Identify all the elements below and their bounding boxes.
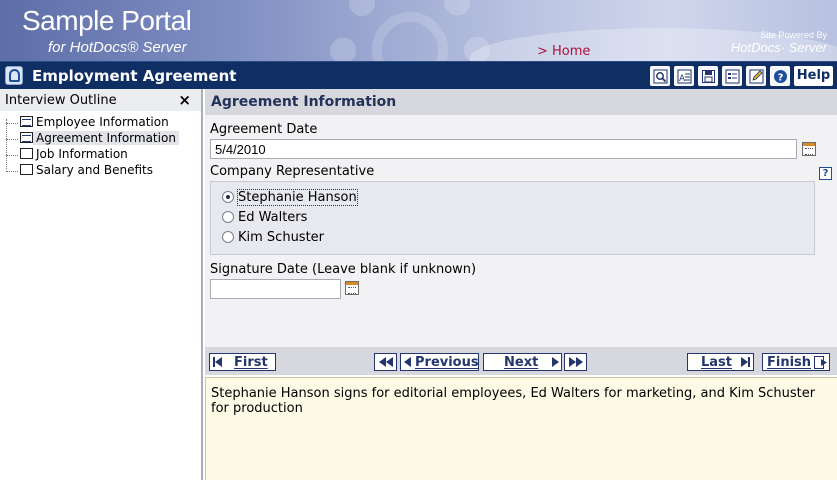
outline-header: Interview Outline × bbox=[0, 89, 201, 111]
signature-date-label: Signature Date (Leave blank if unknown) bbox=[210, 262, 477, 277]
portal-banner: Sample Portal for HotDocs® Server > Home… bbox=[0, 0, 837, 61]
preview-button[interactable] bbox=[650, 66, 670, 86]
agreement-date-field[interactable] bbox=[210, 139, 797, 159]
interview-titlebar: Employment Agreement A ? Help bbox=[0, 61, 837, 89]
dialog-title: Agreement Information bbox=[211, 94, 397, 110]
answer-file-button[interactable] bbox=[722, 66, 742, 86]
help-text: Stephanie Hanson signs for editorial emp… bbox=[211, 386, 816, 416]
powered-by-logo: Site Powered By HotDocs· Server bbox=[731, 30, 827, 55]
preview-icon bbox=[653, 69, 667, 83]
radio-unselected[interactable] bbox=[222, 211, 234, 223]
skip-forward-button[interactable] bbox=[564, 353, 587, 371]
dialog-icon bbox=[20, 164, 33, 175]
interview-title: Employment Agreement bbox=[32, 67, 237, 85]
previous-button[interactable]: Previous bbox=[400, 353, 479, 371]
company-rep-label: Company Representative bbox=[210, 164, 375, 179]
help-button[interactable]: Help bbox=[794, 66, 833, 86]
company-rep-radio-group: Stephanie Hanson Ed Walters Kim Schuster bbox=[210, 181, 815, 255]
edit-button[interactable] bbox=[746, 66, 766, 86]
finish-icon bbox=[814, 355, 828, 369]
document-icon bbox=[5, 66, 23, 85]
next-button[interactable]: Next bbox=[483, 353, 562, 371]
rep-option-ed-walters[interactable]: Ed Walters bbox=[222, 208, 307, 226]
dialog-pane: Agreement Information Agreement Date Com… bbox=[205, 89, 837, 347]
outline-item-employee-information[interactable]: Employee Information bbox=[6, 115, 179, 131]
skip-back-icon bbox=[378, 357, 386, 367]
answer-summary-icon: A bbox=[677, 69, 691, 84]
calendar-icon[interactable] bbox=[802, 142, 816, 156]
close-icon[interactable]: × bbox=[178, 91, 191, 109]
outline-item-label: Salary and Benefits bbox=[36, 163, 154, 177]
rep-option-label: Kim Schuster bbox=[238, 229, 325, 245]
previous-label: Previous bbox=[415, 354, 479, 370]
answer-file-icon bbox=[725, 69, 739, 83]
signature-date-field[interactable] bbox=[210, 279, 341, 299]
first-label: First bbox=[234, 354, 268, 370]
answer-summary-button[interactable]: A bbox=[674, 66, 694, 86]
last-button[interactable]: Last bbox=[687, 353, 754, 371]
svg-text:A: A bbox=[679, 74, 686, 84]
dialog-header: Agreement Information bbox=[205, 89, 837, 115]
info-button[interactable]: ? bbox=[770, 66, 790, 86]
previous-icon bbox=[404, 357, 411, 367]
finish-button[interactable]: Finish bbox=[762, 353, 830, 371]
outline-item-salary-and-benefits[interactable]: Salary and Benefits bbox=[6, 163, 179, 179]
interview-outline-pane: Interview Outline × Employee Information… bbox=[0, 89, 203, 480]
rep-option-stephanie-hanson[interactable]: Stephanie Hanson bbox=[222, 188, 358, 206]
rep-option-kim-schuster[interactable]: Kim Schuster bbox=[222, 228, 324, 246]
first-button[interactable]: First bbox=[209, 353, 276, 371]
portal-title: Sample Portal bbox=[22, 5, 192, 36]
outline-title: Interview Outline bbox=[5, 93, 117, 108]
radio-unselected[interactable] bbox=[222, 231, 234, 243]
skip-forward-icon bbox=[568, 357, 576, 367]
info-icon: ? bbox=[773, 69, 787, 83]
dialog-icon bbox=[20, 132, 33, 143]
rep-option-label: Ed Walters bbox=[238, 209, 308, 225]
save-answers-button[interactable] bbox=[698, 66, 718, 86]
next-label: Next bbox=[504, 354, 539, 370]
save-icon bbox=[701, 69, 715, 83]
radio-selected[interactable] bbox=[222, 191, 234, 203]
dialog-icon bbox=[20, 148, 33, 159]
skip-back-button[interactable] bbox=[374, 353, 397, 371]
rep-option-label: Stephanie Hanson bbox=[237, 188, 358, 206]
powered-by-line2: HotDocs· Server bbox=[730, 40, 827, 55]
help-text-pane: Stephanie Hanson signs for editorial emp… bbox=[205, 377, 837, 480]
finish-label: Finish bbox=[767, 354, 812, 370]
powered-by-line1: Site Powered By bbox=[760, 30, 827, 40]
navigation-bar: First Previous Next Last Finish bbox=[205, 347, 837, 375]
home-link[interactable]: > Home bbox=[537, 44, 590, 59]
outline-item-job-information[interactable]: Job Information bbox=[6, 147, 179, 163]
outline-item-label: Job Information bbox=[36, 147, 128, 161]
portal-subtitle: for HotDocs® Server bbox=[48, 39, 187, 56]
calendar-icon[interactable] bbox=[345, 281, 359, 295]
outline-item-agreement-information[interactable]: Agreement Information bbox=[6, 131, 179, 147]
outline-item-label: Employee Information bbox=[36, 115, 169, 129]
svg-text:?: ? bbox=[777, 72, 783, 83]
outline-tree: Employee Information Agreement Informati… bbox=[6, 115, 179, 179]
agreement-date-label: Agreement Date bbox=[210, 122, 318, 137]
edit-icon bbox=[749, 69, 763, 83]
outline-item-label: Agreement Information bbox=[33, 131, 179, 145]
last-icon bbox=[741, 357, 749, 367]
last-label: Last bbox=[701, 354, 733, 370]
next-icon bbox=[552, 357, 560, 367]
question-help-icon[interactable]: ? bbox=[819, 167, 832, 180]
dialog-icon bbox=[20, 116, 33, 127]
